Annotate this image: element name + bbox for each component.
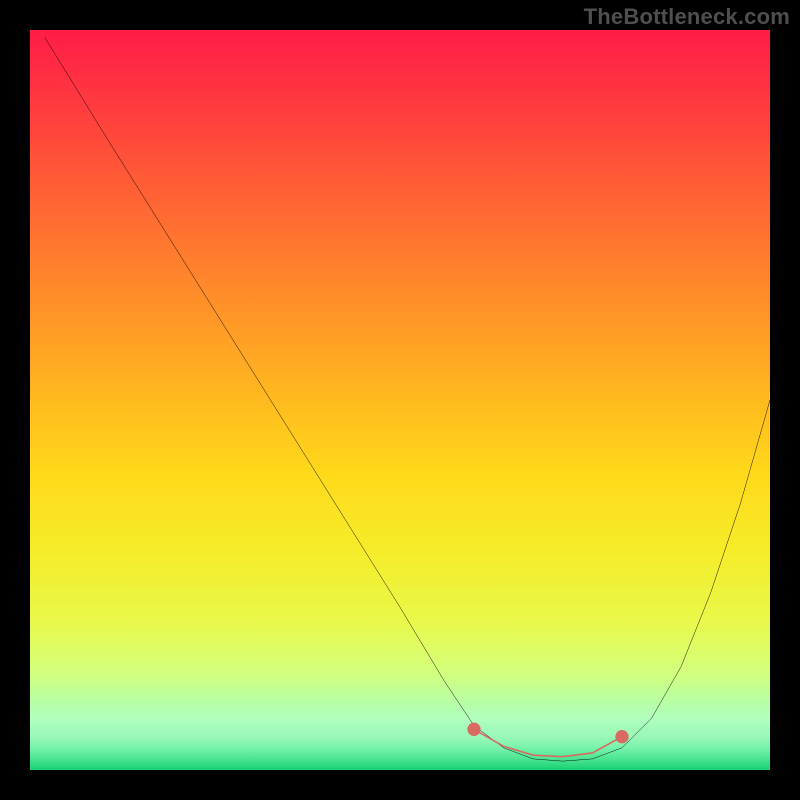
marker-end (615, 730, 628, 743)
watermark-text: TheBottleneck.com (584, 4, 790, 30)
thick-segment-path (474, 729, 622, 756)
marker-start (467, 723, 480, 736)
plot-area (30, 30, 770, 770)
chart-svg (30, 30, 770, 770)
chart-frame: TheBottleneck.com (0, 0, 800, 800)
curve-path (45, 37, 770, 761)
